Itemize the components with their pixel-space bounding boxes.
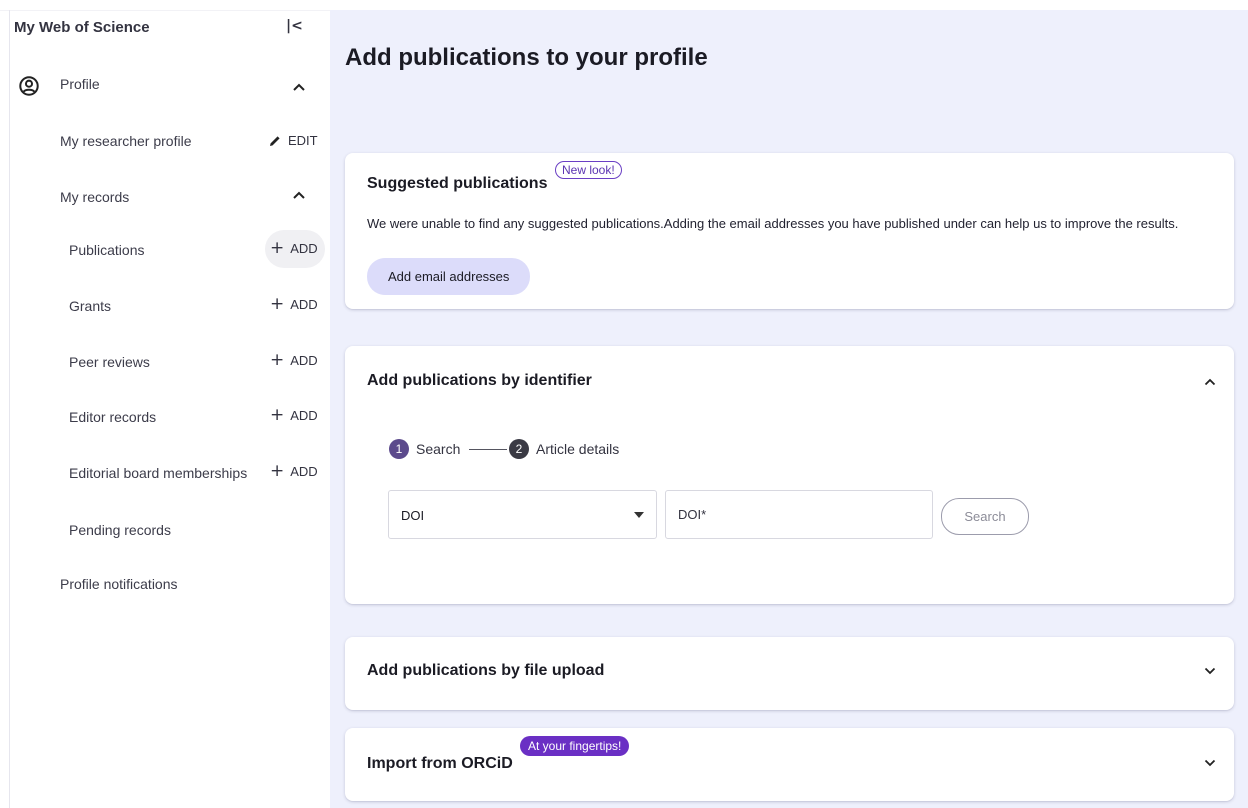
suggested-publications-message: We were unable to find any suggested pub… (367, 216, 1179, 231)
sidebar-item-researcher-profile[interactable]: My researcher profile (60, 133, 192, 149)
step-label: Search (416, 441, 461, 457)
sidebar-item-my-records[interactable]: My records (60, 189, 129, 205)
identifier-card: Add publications by identifier 1 Search … (345, 346, 1234, 604)
sidebar-item-pending-records[interactable]: Pending records (69, 522, 171, 538)
edit-label: EDIT (288, 133, 318, 148)
chevron-down-icon[interactable] (1204, 759, 1216, 767)
identifier-card-title: Add publications by identifier (367, 372, 592, 389)
chevron-up-icon[interactable] (292, 190, 306, 200)
plus-icon: + (270, 238, 285, 258)
plus-icon: + (270, 405, 285, 425)
file-upload-title: Add publications by file upload (367, 662, 605, 679)
account-circle-icon (19, 76, 39, 96)
step-number: 2 (509, 439, 529, 459)
sidebar: My Web of Science |< Profile My research… (0, 0, 330, 808)
add-peer-review-button[interactable]: + ADD (270, 352, 318, 369)
at-your-fingertips-badge: At your fingertips! (520, 736, 630, 756)
sidebar-item-grants[interactable]: Grants (69, 298, 111, 314)
add-label: ADD (290, 353, 318, 368)
sidebar-title: My Web of Science (14, 19, 150, 36)
add-label: ADD (290, 241, 318, 256)
step-number: 1 (389, 439, 409, 459)
add-editor-record-button[interactable]: + ADD (270, 407, 318, 424)
sidebar-item-profile-notifications[interactable]: Profile notifications (60, 576, 178, 592)
collapse-sidebar-icon[interactable]: |< (286, 18, 303, 34)
suggested-publications-card: Suggested publications New look! We were… (345, 153, 1234, 309)
step-search: 1 Search (389, 439, 460, 459)
sidebar-item-profile[interactable]: Profile (60, 76, 100, 92)
sidebar-item-editor-records[interactable]: Editor records (69, 409, 156, 425)
file-upload-card[interactable]: Add publications by file upload (345, 637, 1234, 710)
step-article-details: 2 Article details (509, 439, 619, 459)
plus-icon: + (270, 350, 285, 370)
add-email-addresses-button[interactable]: Add email addresses (367, 258, 531, 295)
identifier-type-select[interactable]: DOI (388, 490, 657, 539)
caret-down-icon (634, 512, 644, 518)
step-connector (469, 449, 507, 450)
sidebar-top-divider (0, 10, 330, 11)
add-label: ADD (290, 408, 318, 423)
add-label: ADD (290, 464, 318, 479)
add-editorial-board-button[interactable]: + ADD (270, 463, 318, 480)
add-grant-button[interactable]: + ADD (270, 296, 318, 313)
search-button[interactable]: Search (941, 498, 1029, 535)
plus-icon: + (270, 461, 285, 481)
chevron-up-icon[interactable] (292, 82, 306, 92)
step-label: Article details (536, 441, 620, 457)
sidebar-left-divider (9, 10, 10, 808)
orcid-import-title: Import from ORCiD (367, 755, 513, 772)
sidebar-item-publications[interactable]: Publications (69, 242, 145, 258)
sidebar-item-editorial-board[interactable]: Editorial board memberships (69, 465, 247, 481)
pencil-icon (270, 135, 280, 146)
doi-input[interactable] (665, 490, 933, 539)
add-label: ADD (290, 297, 318, 312)
chevron-down-icon[interactable] (1204, 667, 1216, 675)
edit-button[interactable]: EDIT (268, 133, 318, 148)
add-publication-button[interactable]: + ADD (270, 240, 318, 257)
suggested-publications-title: Suggested publications (367, 175, 548, 192)
page-title: Add publications to your profile (345, 44, 708, 71)
plus-icon: + (270, 294, 285, 314)
chevron-up-icon[interactable] (1204, 378, 1216, 386)
identifier-type-value: DOI (401, 508, 425, 523)
new-look-badge: New look! (555, 161, 622, 179)
orcid-import-card[interactable]: Import from ORCiD At your fingertips! (345, 728, 1234, 801)
sidebar-item-peer-reviews[interactable]: Peer reviews (69, 354, 150, 370)
